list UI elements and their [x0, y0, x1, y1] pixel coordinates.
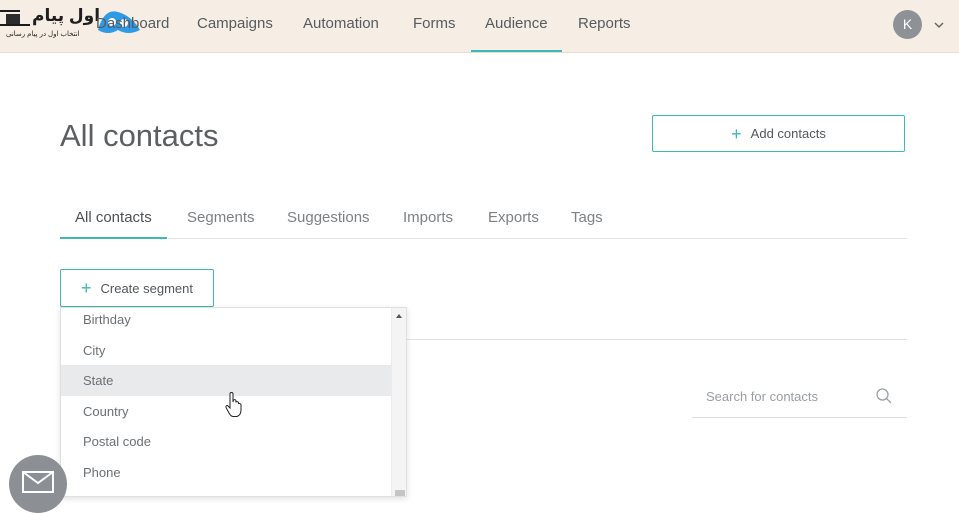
logo-subtext: انتخاب اول در پیام رسانی: [6, 31, 80, 38]
tab-all-contacts[interactable]: All contacts: [60, 201, 167, 239]
create-segment-label: Create segment: [100, 280, 194, 296]
logo-text: اول پیام: [32, 6, 101, 25]
page-title: All contacts: [60, 118, 219, 153]
mail-icon: [22, 471, 54, 498]
hand-pointer-icon: [224, 391, 244, 423]
chevron-down-icon[interactable]: [933, 18, 945, 36]
dropdown-option-birthday[interactable]: Birthday: [61, 308, 391, 335]
tab-suggestions[interactable]: Suggestions: [287, 201, 370, 237]
nav-item-audience[interactable]: Audience: [471, 0, 562, 52]
chat-launcher[interactable]: [9, 455, 67, 513]
add-contacts-button[interactable]: + Add contacts: [652, 115, 905, 152]
tab-segments[interactable]: Segments: [187, 201, 255, 237]
nav-item-dashboard[interactable]: Dashboard: [96, 0, 169, 50]
dropdown-scrollbar[interactable]: [391, 308, 406, 496]
search-icon[interactable]: [875, 387, 893, 410]
add-contacts-label: Add contacts: [750, 126, 826, 141]
nav-item-campaigns[interactable]: Campaigns: [197, 0, 273, 50]
user-avatar[interactable]: K: [893, 10, 922, 39]
create-segment-button[interactable]: + Create segment: [60, 269, 214, 307]
contacts-tabs: All contacts Segments Suggestions Import…: [60, 201, 907, 239]
top-nav: اول پیام انتخاب اول در پیام رسانی Dashbo…: [0, 0, 959, 53]
contact-search: [692, 380, 907, 418]
divider: [406, 339, 907, 340]
nav-item-reports[interactable]: Reports: [578, 0, 631, 50]
search-input[interactable]: [706, 389, 866, 404]
dropdown-option-city[interactable]: City: [61, 335, 391, 366]
plus-icon: +: [80, 278, 92, 298]
plus-icon: +: [731, 123, 742, 144]
nav-item-automation[interactable]: Automation: [303, 0, 379, 50]
scrollbar-thumb[interactable]: [395, 490, 405, 496]
tab-tags[interactable]: Tags: [571, 201, 603, 237]
tab-exports[interactable]: Exports: [488, 201, 539, 237]
nav-item-forms[interactable]: Forms: [413, 0, 456, 50]
dropdown-option-phone[interactable]: Phone: [61, 457, 391, 488]
tab-imports[interactable]: Imports: [403, 201, 453, 237]
scroll-up-arrow-icon[interactable]: [396, 314, 402, 318]
dropdown-option-postal-code[interactable]: Postal code: [61, 426, 391, 457]
